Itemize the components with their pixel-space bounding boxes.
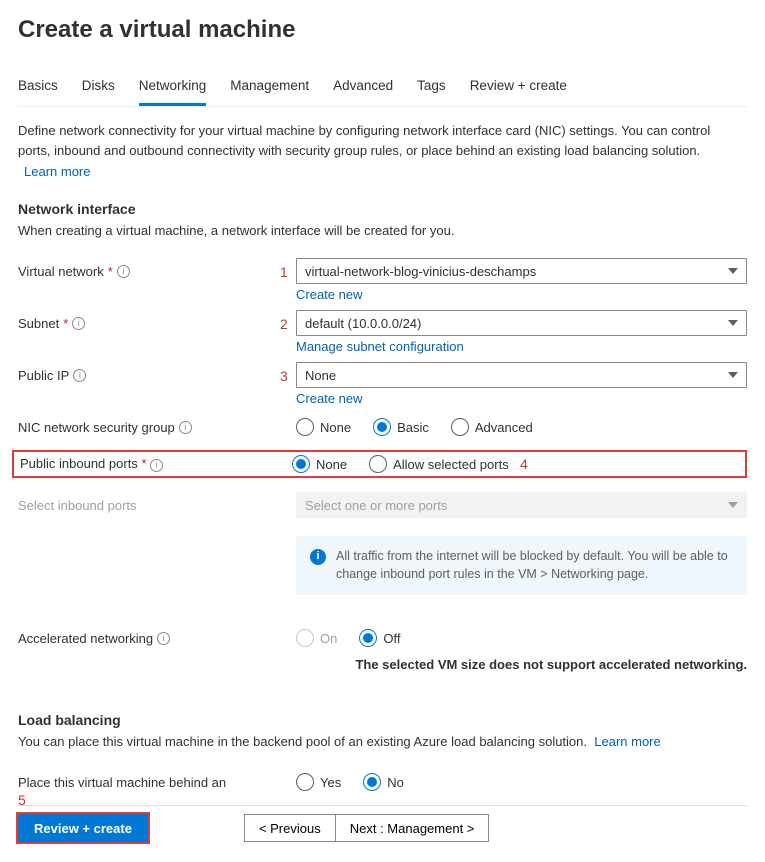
info-icon[interactable]: i [73,369,86,382]
nsg-option-1: Basic [397,420,429,435]
tab-tags[interactable]: Tags [417,72,446,106]
tab-advanced[interactable]: Advanced [333,72,393,106]
annotation-4: 4 [520,456,528,472]
intro-text: Define network connectivity for your vir… [18,121,738,160]
label-public-ip: Public IP [18,368,69,383]
row-virtual-network: Virtual network * i 1 virtual-network-bl… [18,254,747,306]
required-marker: * [63,316,68,331]
label-select-inbound-ports: Select inbound ports [18,498,137,513]
info-icon: i [310,549,326,565]
row-select-inbound-ports: Select inbound ports Select one or more … [18,488,747,522]
info-icon[interactable]: i [117,265,130,278]
tab-disks[interactable]: Disks [82,72,115,106]
inbound-option-1: Allow selected ports [393,457,509,472]
label-subnet: Subnet [18,316,59,331]
wizard-footer: 5 Review + create < Previous Next : Mana… [18,805,747,842]
inbound-radio-allow[interactable]: Allow selected ports [369,455,509,473]
radio-icon [296,629,314,647]
radio-icon [369,455,387,473]
annotation-3: 3 [280,368,288,384]
inbound-radio-none[interactable]: None [292,455,347,473]
tab-management[interactable]: Management [230,72,309,106]
label-place-behind-lb: Place this virtual machine behind an [18,775,226,790]
radio-icon [296,773,314,791]
tab-review-create[interactable]: Review + create [470,72,567,106]
info-icon[interactable]: i [150,459,163,472]
inbound-info-text: All traffic from the internet will be bl… [336,548,733,583]
required-marker: * [141,456,146,471]
row-subnet: Subnet * i 2 default (10.0.0.0/24) Manag… [18,306,747,358]
select-inbound-placeholder: Select one or more ports [305,498,447,513]
wizard-tabs: Basics Disks Networking Management Advan… [18,72,747,107]
page-title: Create a virtual machine [18,16,747,44]
chevron-down-icon [728,502,738,508]
load-balancing-text: You can place this virtual machine in th… [18,734,747,749]
lb-option-1: No [387,775,404,790]
subnet-select[interactable]: default (10.0.0.0/24) [296,310,747,336]
next-button[interactable]: Next : Management > [335,814,490,842]
radio-icon [373,418,391,436]
accel-option-1: Off [383,631,400,646]
label-public-inbound-ports: Public inbound ports [20,456,138,471]
select-inbound-ports-select: Select one or more ports [296,492,747,518]
radio-icon [359,629,377,647]
subnet-manage-link[interactable]: Manage subnet configuration [296,339,464,354]
public-ip-select[interactable]: None [296,362,747,388]
row-place-behind-lb: Place this virtual machine behind an Yes… [18,765,747,795]
section-network-interface-subtitle: When creating a virtual machine, a netwo… [18,223,747,238]
vnet-create-new-link[interactable]: Create new [296,287,362,302]
section-network-interface-title: Network interface [18,201,747,217]
lb-radio-yes[interactable]: Yes [296,773,341,791]
load-balancing-learn-more-link[interactable]: Learn more [594,734,660,749]
lb-option-0: Yes [320,775,341,790]
accel-radio-off[interactable]: Off [359,629,400,647]
annotation-1: 1 [280,264,288,280]
tab-basics[interactable]: Basics [18,72,58,106]
row-accelerated-networking: Accelerated networking i On Off [18,621,747,651]
inbound-option-0: None [316,457,347,472]
annotation-2: 2 [280,316,288,332]
label-virtual-network: Virtual network [18,264,104,279]
chevron-down-icon [728,320,738,326]
intro-learn-more-link[interactable]: Learn more [24,164,90,179]
row-public-ip: Public IP i 3 None Create new [18,358,747,410]
annotation-5: 5 [18,792,26,808]
previous-button[interactable]: < Previous [244,814,335,842]
accel-option-0: On [320,631,337,646]
info-icon[interactable]: i [157,632,170,645]
accel-networking-note: The selected VM size does not support ac… [18,657,747,672]
nsg-radio-advanced[interactable]: Advanced [451,418,533,436]
radio-icon [363,773,381,791]
inbound-info-callout: i All traffic from the internet will be … [296,536,747,595]
lb-radio-no[interactable]: No [363,773,404,791]
chevron-down-icon [728,268,738,274]
chevron-down-icon [728,372,738,378]
row-nsg: NIC network security group i None Basic … [18,410,747,440]
section-load-balancing-title: Load balancing [18,712,747,728]
nsg-radio-basic[interactable]: Basic [373,418,429,436]
radio-icon [296,418,314,436]
nsg-radio-none[interactable]: None [296,418,351,436]
nsg-option-0: None [320,420,351,435]
row-public-inbound-ports: Public inbound ports * i None Allow sele… [12,450,747,478]
accel-radio-on: On [296,629,337,647]
subnet-select-value: default (10.0.0.0/24) [305,316,421,331]
info-icon[interactable]: i [72,317,85,330]
nav-button-group: < Previous Next : Management > [244,814,489,842]
load-balancing-desc: You can place this virtual machine in th… [18,734,587,749]
tab-networking[interactable]: Networking [139,72,207,106]
label-accelerated-networking: Accelerated networking [18,631,153,646]
public-ip-create-new-link[interactable]: Create new [296,391,362,406]
nsg-option-2: Advanced [475,420,533,435]
required-marker: * [108,264,113,279]
public-ip-select-value: None [305,368,336,383]
radio-icon [292,455,310,473]
label-nsg: NIC network security group [18,420,175,435]
info-icon[interactable]: i [179,421,192,434]
vnet-select-value: virtual-network-blog-vinicius-deschamps [305,264,536,279]
review-create-button[interactable]: Review + create [18,814,148,842]
vnet-select[interactable]: virtual-network-blog-vinicius-deschamps [296,258,747,284]
radio-icon [451,418,469,436]
